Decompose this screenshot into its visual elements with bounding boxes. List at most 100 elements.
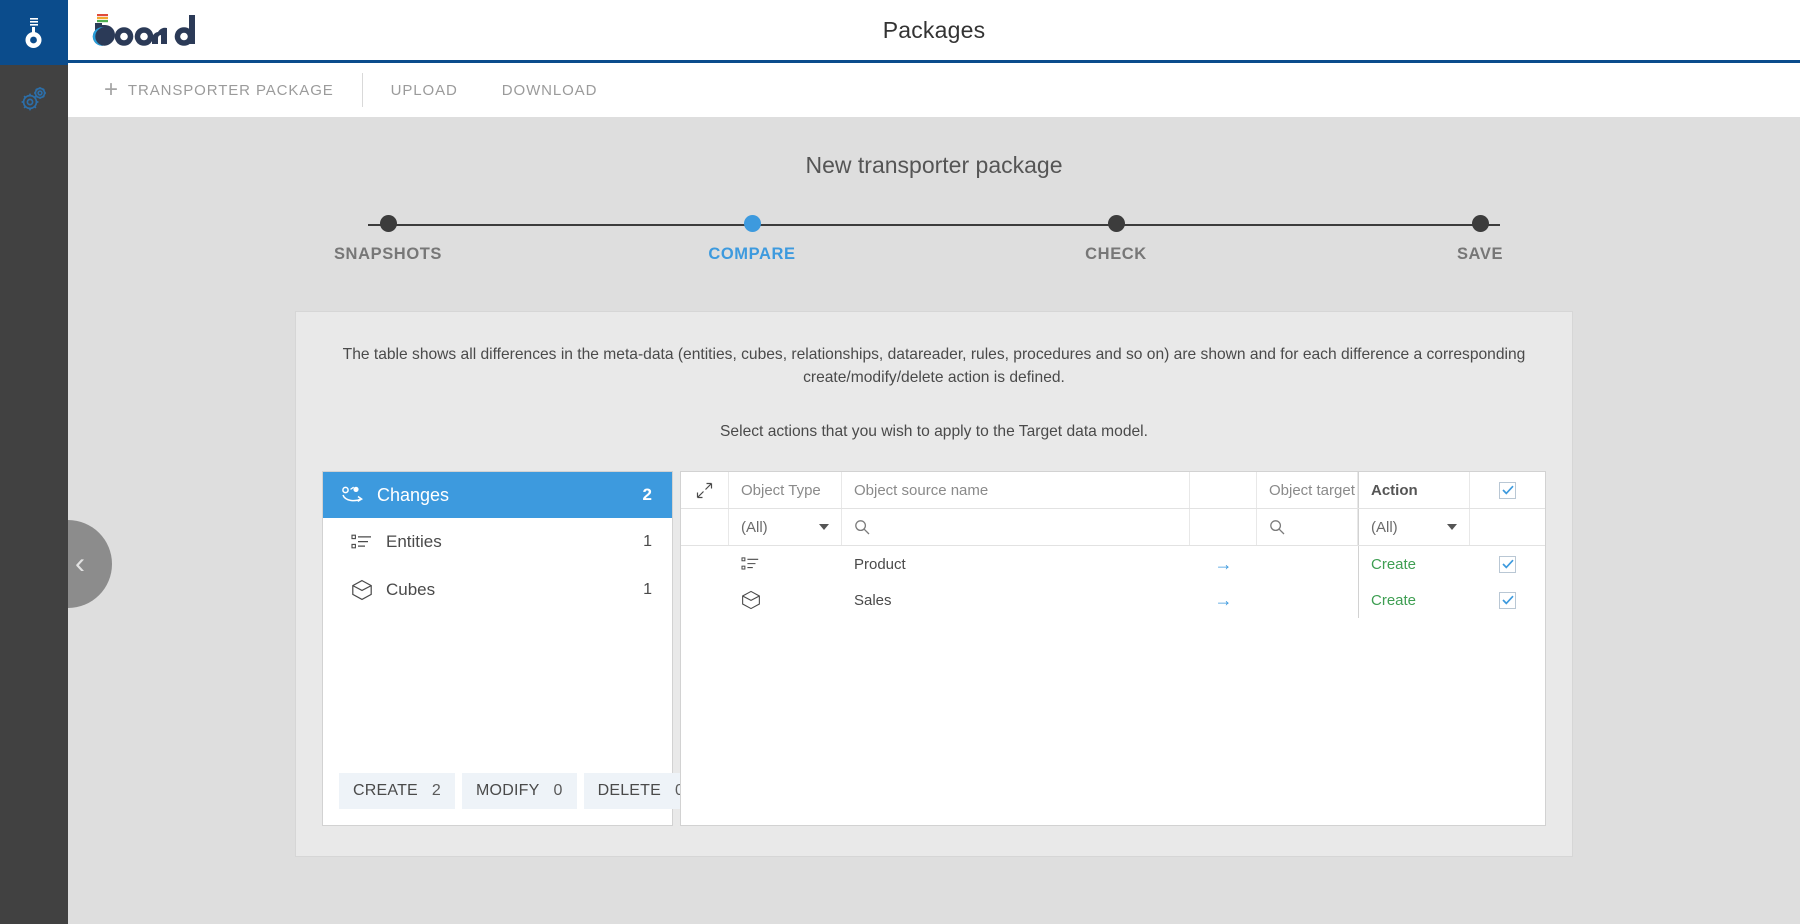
filter-object-type-value: (All)	[741, 518, 768, 536]
table-row[interactable]: Product → Create	[681, 546, 1545, 583]
step-save[interactable]: SAVE	[1400, 215, 1560, 264]
cube-icon	[352, 580, 372, 601]
app-root: Packages + TRANSPORTER PACKAGE UPLOAD DO…	[0, 0, 1800, 924]
modify-filter-label: MODIFY	[476, 782, 540, 800]
filter-object-target-name[interactable]	[1257, 509, 1358, 546]
step-dot	[1107, 215, 1125, 232]
row-checkbox[interactable]	[1499, 591, 1516, 609]
entities-icon	[741, 557, 759, 570]
upload-button[interactable]: UPLOAD	[369, 63, 480, 118]
rail-logo[interactable]	[0, 0, 68, 65]
column-object-source-name[interactable]: Object source name	[842, 472, 1190, 509]
main-column: Packages + TRANSPORTER PACKAGE UPLOAD DO…	[68, 0, 1800, 924]
filter-expand-spacer	[681, 509, 729, 546]
modify-filter-count: 0	[553, 782, 563, 800]
step-compare[interactable]: COMPARE	[672, 215, 832, 264]
filter-action-value: (All)	[1371, 518, 1398, 536]
changes-panel-spacer	[323, 614, 672, 773]
check-icon	[1501, 595, 1514, 605]
left-rail	[0, 0, 68, 924]
chevron-down-icon[interactable]	[819, 524, 829, 531]
row-expand-spacer	[681, 582, 729, 618]
changes-panel: Changes 2 Entities 1 Cubes 1 CREATE 2 MO…	[322, 471, 699, 827]
collapse-panel-button[interactable]: ‹	[68, 520, 112, 608]
compare-card: The table shows all differences in the m…	[295, 311, 1573, 858]
table-row[interactable]: Sales → Create	[681, 582, 1545, 619]
grid-body: Product → Create Sales → Create	[681, 546, 1545, 825]
content-area: ‹ New transporter package SNAPSHOTS COMP…	[68, 118, 1800, 924]
board-wordmark-icon	[92, 14, 195, 46]
row-action[interactable]: Create	[1358, 546, 1470, 583]
sidebar-item-data-model-settings[interactable]	[0, 65, 68, 133]
chevron-down-icon[interactable]	[1447, 524, 1457, 531]
step-dot	[1471, 215, 1489, 232]
row-action[interactable]: Create	[1358, 582, 1470, 619]
differences-grid: Object Type Object source name Object ta…	[680, 471, 1546, 827]
changes-row-cubes[interactable]: Cubes 1	[323, 566, 672, 614]
row-checkbox-cell	[1470, 546, 1545, 582]
step-snapshots[interactable]: SNAPSHOTS	[308, 215, 468, 264]
upload-label: UPLOAD	[390, 81, 458, 99]
create-filter-label: CREATE	[353, 782, 418, 800]
row-arrow-cell: →	[1190, 582, 1257, 618]
row-object-type-icon	[729, 582, 842, 618]
row-source-name: Sales	[854, 591, 892, 609]
search-icon	[1270, 520, 1285, 535]
column-action[interactable]: Action	[1358, 472, 1470, 509]
arrow-right-icon: →	[1214, 554, 1233, 575]
create-filter-chip[interactable]: CREATE 2	[339, 773, 456, 810]
changes-panel-header[interactable]: Changes 2	[323, 472, 672, 519]
wizard-stepper: SNAPSHOTS COMPARE CHECK SAVE	[308, 215, 1560, 277]
chevron-left-icon: ‹	[75, 547, 85, 580]
grid-filter-row: (All) (All)	[681, 509, 1545, 547]
column-object-target-name[interactable]: Object target name	[1257, 472, 1358, 509]
column-arrow-spacer	[1190, 472, 1257, 509]
row-target-name	[1257, 582, 1358, 618]
modify-filter-chip[interactable]: MODIFY 0	[462, 773, 577, 810]
filter-arrow-spacer	[1190, 509, 1257, 546]
board-b-logo-icon	[25, 17, 42, 48]
step-check[interactable]: CHECK	[1036, 215, 1196, 264]
column-object-type[interactable]: Object Type	[729, 472, 842, 509]
entities-icon	[351, 534, 371, 549]
row-expand-spacer	[681, 546, 729, 582]
step-dot	[379, 215, 397, 232]
changes-icon	[342, 486, 363, 503]
toolbar-divider	[361, 73, 363, 107]
row-arrow-cell: →	[1190, 546, 1257, 582]
add-transporter-package-button[interactable]: + TRANSPORTER PACKAGE	[82, 63, 356, 118]
filter-action[interactable]: (All)	[1358, 509, 1470, 546]
changes-panel-footer: CREATE 2 MODIFY 0 DELETE 0	[323, 773, 699, 825]
filter-object-type[interactable]: (All)	[729, 509, 842, 546]
step-label: COMPARE	[708, 245, 796, 263]
check-icon	[1501, 559, 1514, 569]
brand-logo[interactable]	[68, 10, 206, 50]
gears-icon	[21, 87, 46, 111]
expand-diagonal-icon	[696, 482, 713, 498]
select-all-cell	[1470, 472, 1545, 508]
changes-row-count: 1	[643, 581, 652, 599]
row-source-name: Product	[854, 555, 906, 573]
plus-icon: +	[104, 76, 119, 103]
download-button[interactable]: DOWNLOAD	[480, 63, 620, 118]
expand-grid-button[interactable]	[681, 472, 729, 509]
row-checkbox[interactable]	[1499, 555, 1516, 573]
page-title: Packages	[882, 16, 986, 43]
row-target-name	[1257, 546, 1358, 582]
description-primary: The table shows all differences in the m…	[342, 346, 1526, 386]
search-icon	[855, 520, 870, 535]
changes-row-label: Entities	[386, 532, 442, 552]
select-all-checkbox[interactable]	[1499, 481, 1516, 499]
filter-object-source-name[interactable]	[842, 509, 1190, 546]
changes-row-entities[interactable]: Entities 1	[323, 518, 672, 566]
check-icon	[1501, 485, 1514, 495]
cube-icon	[742, 591, 760, 610]
delete-filter-label: DELETE	[597, 782, 662, 800]
description-secondary: Select actions that you wish to apply to…	[720, 423, 1148, 441]
changes-panel-count: 2	[642, 485, 652, 505]
row-checkbox-cell	[1470, 582, 1545, 618]
step-label: SNAPSHOTS	[333, 245, 443, 263]
download-label: DOWNLOAD	[501, 81, 598, 99]
filter-checkbox-spacer	[1470, 509, 1545, 545]
step-label: SAVE	[1456, 245, 1504, 263]
